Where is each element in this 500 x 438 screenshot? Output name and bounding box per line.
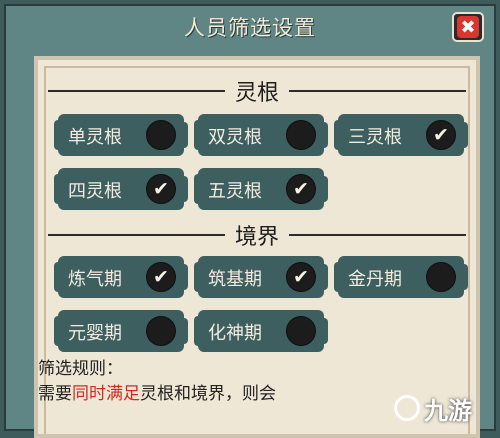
dialog-window: 人员筛选设置 ✖ 灵根 单灵根 双灵根 三灵根 ✔ 四灵根 ✔ 五灵根 ✔ 境界… <box>4 4 496 438</box>
dialog-title: 人员筛选设置 <box>184 16 316 40</box>
section-header-realm: 境界 <box>38 222 476 250</box>
rules-text-post: 灵根和境界，则会 <box>140 384 276 404</box>
option-realm-2[interactable]: 筑基期 ✔ <box>194 256 328 298</box>
checkmark-icon[interactable]: ✔ <box>426 120 456 150</box>
watermark-text: 九游 <box>424 396 472 425</box>
option-label: 三灵根 <box>348 127 402 148</box>
option-label: 元婴期 <box>68 323 122 344</box>
checkmark-icon[interactable]: ✔ <box>286 174 316 204</box>
divider <box>48 234 225 236</box>
option-label: 五灵根 <box>208 181 262 202</box>
option-label: 筑基期 <box>208 269 262 290</box>
option-label: 单灵根 <box>68 127 122 148</box>
option-root-2[interactable]: 双灵根 <box>194 114 328 156</box>
rules-description: 需要同时满足灵根和境界，则会 <box>38 379 276 404</box>
checkbox-unchecked-icon[interactable] <box>426 262 456 292</box>
option-label: 四灵根 <box>68 181 122 202</box>
rules-text-highlight: 同时满足 <box>72 384 140 404</box>
checkmark-icon[interactable]: ✔ <box>146 174 176 204</box>
divider <box>48 90 225 92</box>
option-root-4[interactable]: 四灵根 ✔ <box>54 168 188 210</box>
section-title-root: 灵根 <box>235 81 280 106</box>
jiuyou-logo-icon <box>394 395 420 421</box>
section-title-realm: 境界 <box>235 225 280 250</box>
watermark: 九游 <box>394 391 484 425</box>
rules-text-pre: 需要 <box>38 384 72 404</box>
checkbox-unchecked-icon[interactable] <box>146 120 176 150</box>
option-root-1[interactable]: 单灵根 <box>54 114 188 156</box>
option-root-3[interactable]: 三灵根 ✔ <box>334 114 468 156</box>
divider <box>289 90 467 92</box>
section-header-root: 灵根 <box>38 78 476 106</box>
title-bar: 人员筛选设置 <box>6 6 494 48</box>
rules-title: 筛选规则： <box>38 359 123 379</box>
option-realm-1[interactable]: 炼气期 ✔ <box>54 256 188 298</box>
option-label: 金丹期 <box>348 269 402 290</box>
checkmark-icon[interactable]: ✔ <box>146 262 176 292</box>
option-root-5[interactable]: 五灵根 ✔ <box>194 168 328 210</box>
option-label: 化神期 <box>208 323 262 344</box>
checkbox-unchecked-icon[interactable] <box>286 120 316 150</box>
close-button[interactable]: ✖ <box>452 12 484 42</box>
checkmark-icon[interactable]: ✔ <box>286 262 316 292</box>
option-realm-5[interactable]: 化神期 <box>194 310 328 352</box>
option-label: 炼气期 <box>68 269 122 290</box>
checkbox-unchecked-icon[interactable] <box>286 316 316 346</box>
option-realm-3[interactable]: 金丹期 <box>334 256 468 298</box>
option-realm-4[interactable]: 元婴期 <box>54 310 188 352</box>
close-icon[interactable]: ✖ <box>457 16 479 38</box>
option-label: 双灵根 <box>208 127 262 148</box>
divider <box>289 234 467 236</box>
checkbox-unchecked-icon[interactable] <box>146 316 176 346</box>
